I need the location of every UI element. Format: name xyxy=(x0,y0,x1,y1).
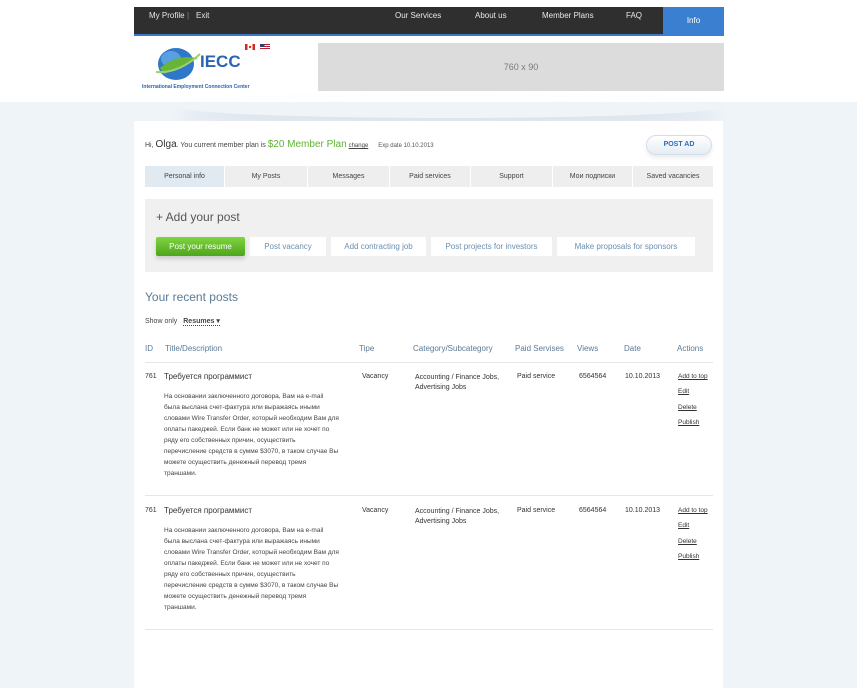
nav-faq[interactable]: FAQ xyxy=(626,11,642,20)
tab-personal-info[interactable]: Personal info xyxy=(145,166,225,187)
top-navigation-bar: My Profile | Exit Our Services About us … xyxy=(0,0,857,36)
row-description: На основании заключенного договора, Вам … xyxy=(164,393,339,477)
profile-tabs: Personal info My Posts Messages Paid ser… xyxy=(145,166,713,187)
logo-subtitle: International Employment Connection Cent… xyxy=(142,84,250,90)
tab-support[interactable]: Support xyxy=(471,166,553,187)
show-only-filter: Show only Resumes ▾ xyxy=(145,317,220,326)
usa-flag-icon[interactable] xyxy=(260,44,270,50)
col-category: Category/Subcategory xyxy=(413,344,493,353)
row-divider xyxy=(145,629,713,630)
user-name: Olga xyxy=(155,139,177,150)
greeting-hi: Hi, xyxy=(145,142,154,149)
row-views: 6564564 xyxy=(579,507,607,514)
add-contracting-job-button[interactable]: Add contracting job xyxy=(331,237,426,256)
globe-icon xyxy=(155,48,201,80)
exit-link[interactable]: Exit xyxy=(196,11,209,20)
my-profile-link[interactable]: My Profile xyxy=(149,11,185,20)
post-vacancy-button[interactable]: Post vacancy xyxy=(250,237,326,256)
row-paid-service: Paid service xyxy=(517,507,556,514)
canada-flag-icon[interactable] xyxy=(245,44,255,50)
edit-link[interactable]: Edit xyxy=(678,522,689,529)
post-resume-button[interactable]: Post your resume xyxy=(156,237,245,256)
plan-prefix: . You current member plan is xyxy=(176,142,266,149)
row-date: 10.10.2013 xyxy=(625,373,661,380)
add-to-top-link[interactable]: Add to top xyxy=(678,507,708,514)
change-plan-link[interactable]: change xyxy=(349,143,369,149)
nav-member-plans[interactable]: Member Plans xyxy=(542,11,594,20)
header-divider xyxy=(145,362,713,363)
col-date: Date xyxy=(624,344,641,353)
row-title[interactable]: Требуется программист xyxy=(164,506,252,515)
tab-my-posts[interactable]: My Posts xyxy=(225,166,308,187)
member-plan: $20 Member Plan xyxy=(267,139,347,150)
tab-my-subscriptions[interactable]: Мои подписки xyxy=(553,166,633,187)
add-post-title: + Add your post xyxy=(156,210,240,224)
add-post-panel: + Add your post Post your resume Post va… xyxy=(145,199,713,272)
row-id: 761 xyxy=(145,373,157,380)
delete-link[interactable]: Delete xyxy=(678,404,697,411)
col-views: Views xyxy=(577,344,599,353)
tab-paid-services[interactable]: Paid services xyxy=(390,166,471,187)
post-projects-investors-button[interactable]: Post projects for investors xyxy=(431,237,552,256)
post-ad-button[interactable]: POST AD xyxy=(646,135,712,155)
publish-link[interactable]: Publish xyxy=(678,419,699,426)
publish-link[interactable]: Publish xyxy=(678,553,699,560)
resumes-filter-dropdown[interactable]: Resumes ▾ xyxy=(183,318,220,326)
col-paid-services: Paid Servises xyxy=(515,344,564,353)
col-type: Tipe xyxy=(359,344,375,353)
row-type: Vacancy xyxy=(362,373,389,380)
nav-info[interactable]: Info xyxy=(663,7,724,36)
make-proposals-sponsors-button[interactable]: Make proposals for sponsors xyxy=(557,237,695,256)
member-greeting: Hi, Olga. You current member plan is $20… xyxy=(145,139,434,150)
col-id: ID xyxy=(145,344,153,353)
nav-about-us[interactable]: About us xyxy=(475,11,507,20)
main-content: Hi, Olga. You current member plan is $20… xyxy=(134,121,723,688)
edit-link[interactable]: Edit xyxy=(678,388,689,395)
row-category: Accounting / Finance Jobs, Advertising J… xyxy=(415,374,500,391)
nav-our-services[interactable]: Our Services xyxy=(395,11,441,20)
col-actions: Actions xyxy=(677,344,704,353)
row-category: Accounting / Finance Jobs, Advertising J… xyxy=(415,508,500,525)
col-title: Title/Description xyxy=(165,344,223,353)
site-logo[interactable]: IECC International Employment Connection… xyxy=(142,44,282,94)
row-id: 761 xyxy=(145,507,157,514)
header-shadow xyxy=(180,96,720,118)
add-to-top-link[interactable]: Add to top xyxy=(678,373,708,380)
row-type: Vacancy xyxy=(362,507,389,514)
row-paid-service: Paid service xyxy=(517,373,556,380)
delete-link[interactable]: Delete xyxy=(678,538,697,545)
tab-messages[interactable]: Messages xyxy=(308,166,390,187)
logo-text: IECC xyxy=(200,52,241,71)
ad-banner-placeholder[interactable]: 760 x 90 xyxy=(318,43,724,91)
row-title[interactable]: Требуется программист xyxy=(164,372,252,381)
expiration-date: Exp date 10.10.2013 xyxy=(378,143,434,149)
tab-saved-vacancies[interactable]: Saved vacancies xyxy=(633,166,713,187)
nav-separator: | xyxy=(187,11,190,20)
row-date: 10.10.2013 xyxy=(625,507,661,514)
recent-posts-heading: Your recent posts xyxy=(145,290,238,304)
row-views: 6564564 xyxy=(579,373,607,380)
row-description: На основании заключенного договора, Вам … xyxy=(164,527,339,611)
row-divider xyxy=(145,495,713,496)
show-only-label: Show only xyxy=(145,318,178,325)
